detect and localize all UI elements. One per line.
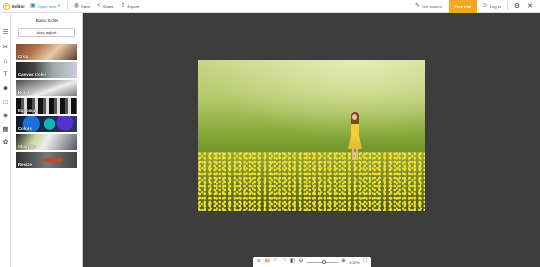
pencil-icon: ✎: [414, 3, 420, 9]
redo-icon[interactable]: ↷: [281, 259, 287, 265]
tile-label: Resize: [18, 162, 32, 167]
save-icon: ◍: [73, 3, 80, 9]
crop-icon[interactable]: ✂: [1, 43, 10, 52]
save-label: Save: [81, 3, 91, 9]
touchup-icon[interactable]: ☻: [1, 84, 10, 93]
rotate-tile[interactable]: Rotate: [16, 80, 77, 96]
overlay-icon[interactable]: ▦: [1, 125, 10, 134]
tile-label: Sharpen: [18, 144, 36, 149]
gear-icon[interactable]: ⚙: [514, 3, 520, 10]
photo-subject-top: [351, 124, 359, 134]
frame-icon[interactable]: □: [1, 98, 10, 107]
text-icon[interactable]: T: [1, 70, 10, 79]
brand[interactable]: Editor: [0, 2, 30, 10]
export-icon: ⇪: [120, 3, 126, 9]
export-label: Export: [127, 3, 140, 9]
open-new-label: Open new: [37, 3, 56, 9]
edit-panel: Basic Edits Auto adjust Crop Canvas Colo…: [11, 13, 83, 267]
tile-label: Rotate: [18, 90, 32, 95]
colors-tile[interactable]: Colors: [16, 116, 77, 132]
compare-icon[interactable]: ◧: [290, 259, 295, 265]
close-icon[interactable]: ✕: [527, 3, 533, 10]
bottom-toolbar: ≡ ▤ ↶ ↷ ◧ ⊖ ⊕ 100% ⛶: [253, 257, 371, 267]
photo-subject: [348, 112, 362, 162]
brand-label: Editor: [12, 3, 25, 9]
tile-label: Canvas Color: [18, 72, 47, 77]
auto-adjust-button[interactable]: Auto adjust: [18, 28, 75, 37]
zoom-slider-handle[interactable]: [321, 260, 326, 264]
share-button[interactable]: < Share: [97, 3, 113, 9]
panel-title: Basic Edits: [35, 18, 59, 23]
sharpen-tile[interactable]: Sharpen: [16, 134, 77, 150]
logo-icon: [3, 2, 10, 10]
photo-subject-leg: [356, 148, 358, 160]
photo-subject-face: [352, 114, 357, 120]
fullscreen-icon[interactable]: ⛶: [363, 259, 368, 265]
tile-label: Colors: [18, 126, 32, 131]
export-button[interactable]: ⇪ Export: [121, 3, 140, 9]
login-button[interactable]: ☺ Log in: [482, 3, 501, 9]
exposure-tile[interactable]: Exposure: [16, 98, 77, 114]
layers-icon[interactable]: ≡: [256, 259, 261, 265]
brush-icon[interactable]: ⌂: [1, 57, 10, 66]
photo-subject-dress: [348, 133, 362, 149]
photo-subject-leg: [352, 148, 354, 160]
divider: [506, 1, 508, 11]
history-icon[interactable]: ▤: [264, 259, 270, 265]
share-icon: <: [97, 3, 101, 9]
share-label: Share: [102, 3, 114, 9]
open-new-button[interactable]: ▣ Open new ▾: [30, 3, 60, 9]
get-started-link[interactable]: ✎ Get started: [415, 3, 442, 9]
photo-glow: [198, 60, 425, 140]
photo-flower-field: [198, 152, 425, 211]
stickers-icon[interactable]: ✿: [1, 138, 10, 147]
sliders-icon[interactable]: ☰: [1, 28, 10, 37]
zoom-out-icon[interactable]: ⊖: [298, 259, 304, 265]
tile-label: Crop: [18, 54, 29, 59]
chevron-down-icon: ▾: [57, 3, 60, 8]
top-toolbar: Editor ▣ Open new ▾ ◍ Save < Share ⇪ Exp…: [0, 0, 540, 13]
get-started-label: Get started: [422, 3, 442, 9]
photo-canvas[interactable]: [198, 60, 425, 211]
user-icon: ☺: [481, 3, 488, 9]
zoom-level: 100%: [349, 259, 360, 265]
tile-label: Exposure: [18, 108, 39, 113]
zoom-slider[interactable]: [306, 260, 338, 264]
canvas-color-tile[interactable]: Canvas Color: [16, 62, 77, 78]
crop-tile[interactable]: Crop: [16, 44, 77, 60]
free-trial-button[interactable]: Free trial: [448, 0, 477, 13]
tool-rail: ☰ ✂ ⌂ T ☻ □ ◈ ▦ ✿: [0, 13, 11, 267]
texture-icon[interactable]: ◈: [1, 111, 10, 120]
zoom-in-icon[interactable]: ⊕: [341, 259, 346, 265]
undo-icon[interactable]: ↶: [273, 259, 278, 265]
divider: [66, 1, 68, 11]
image-icon: ▣: [30, 3, 36, 9]
save-button[interactable]: ◍ Save: [74, 3, 90, 9]
login-label: Log in: [489, 3, 501, 9]
resize-tile[interactable]: Resize: [16, 152, 77, 168]
